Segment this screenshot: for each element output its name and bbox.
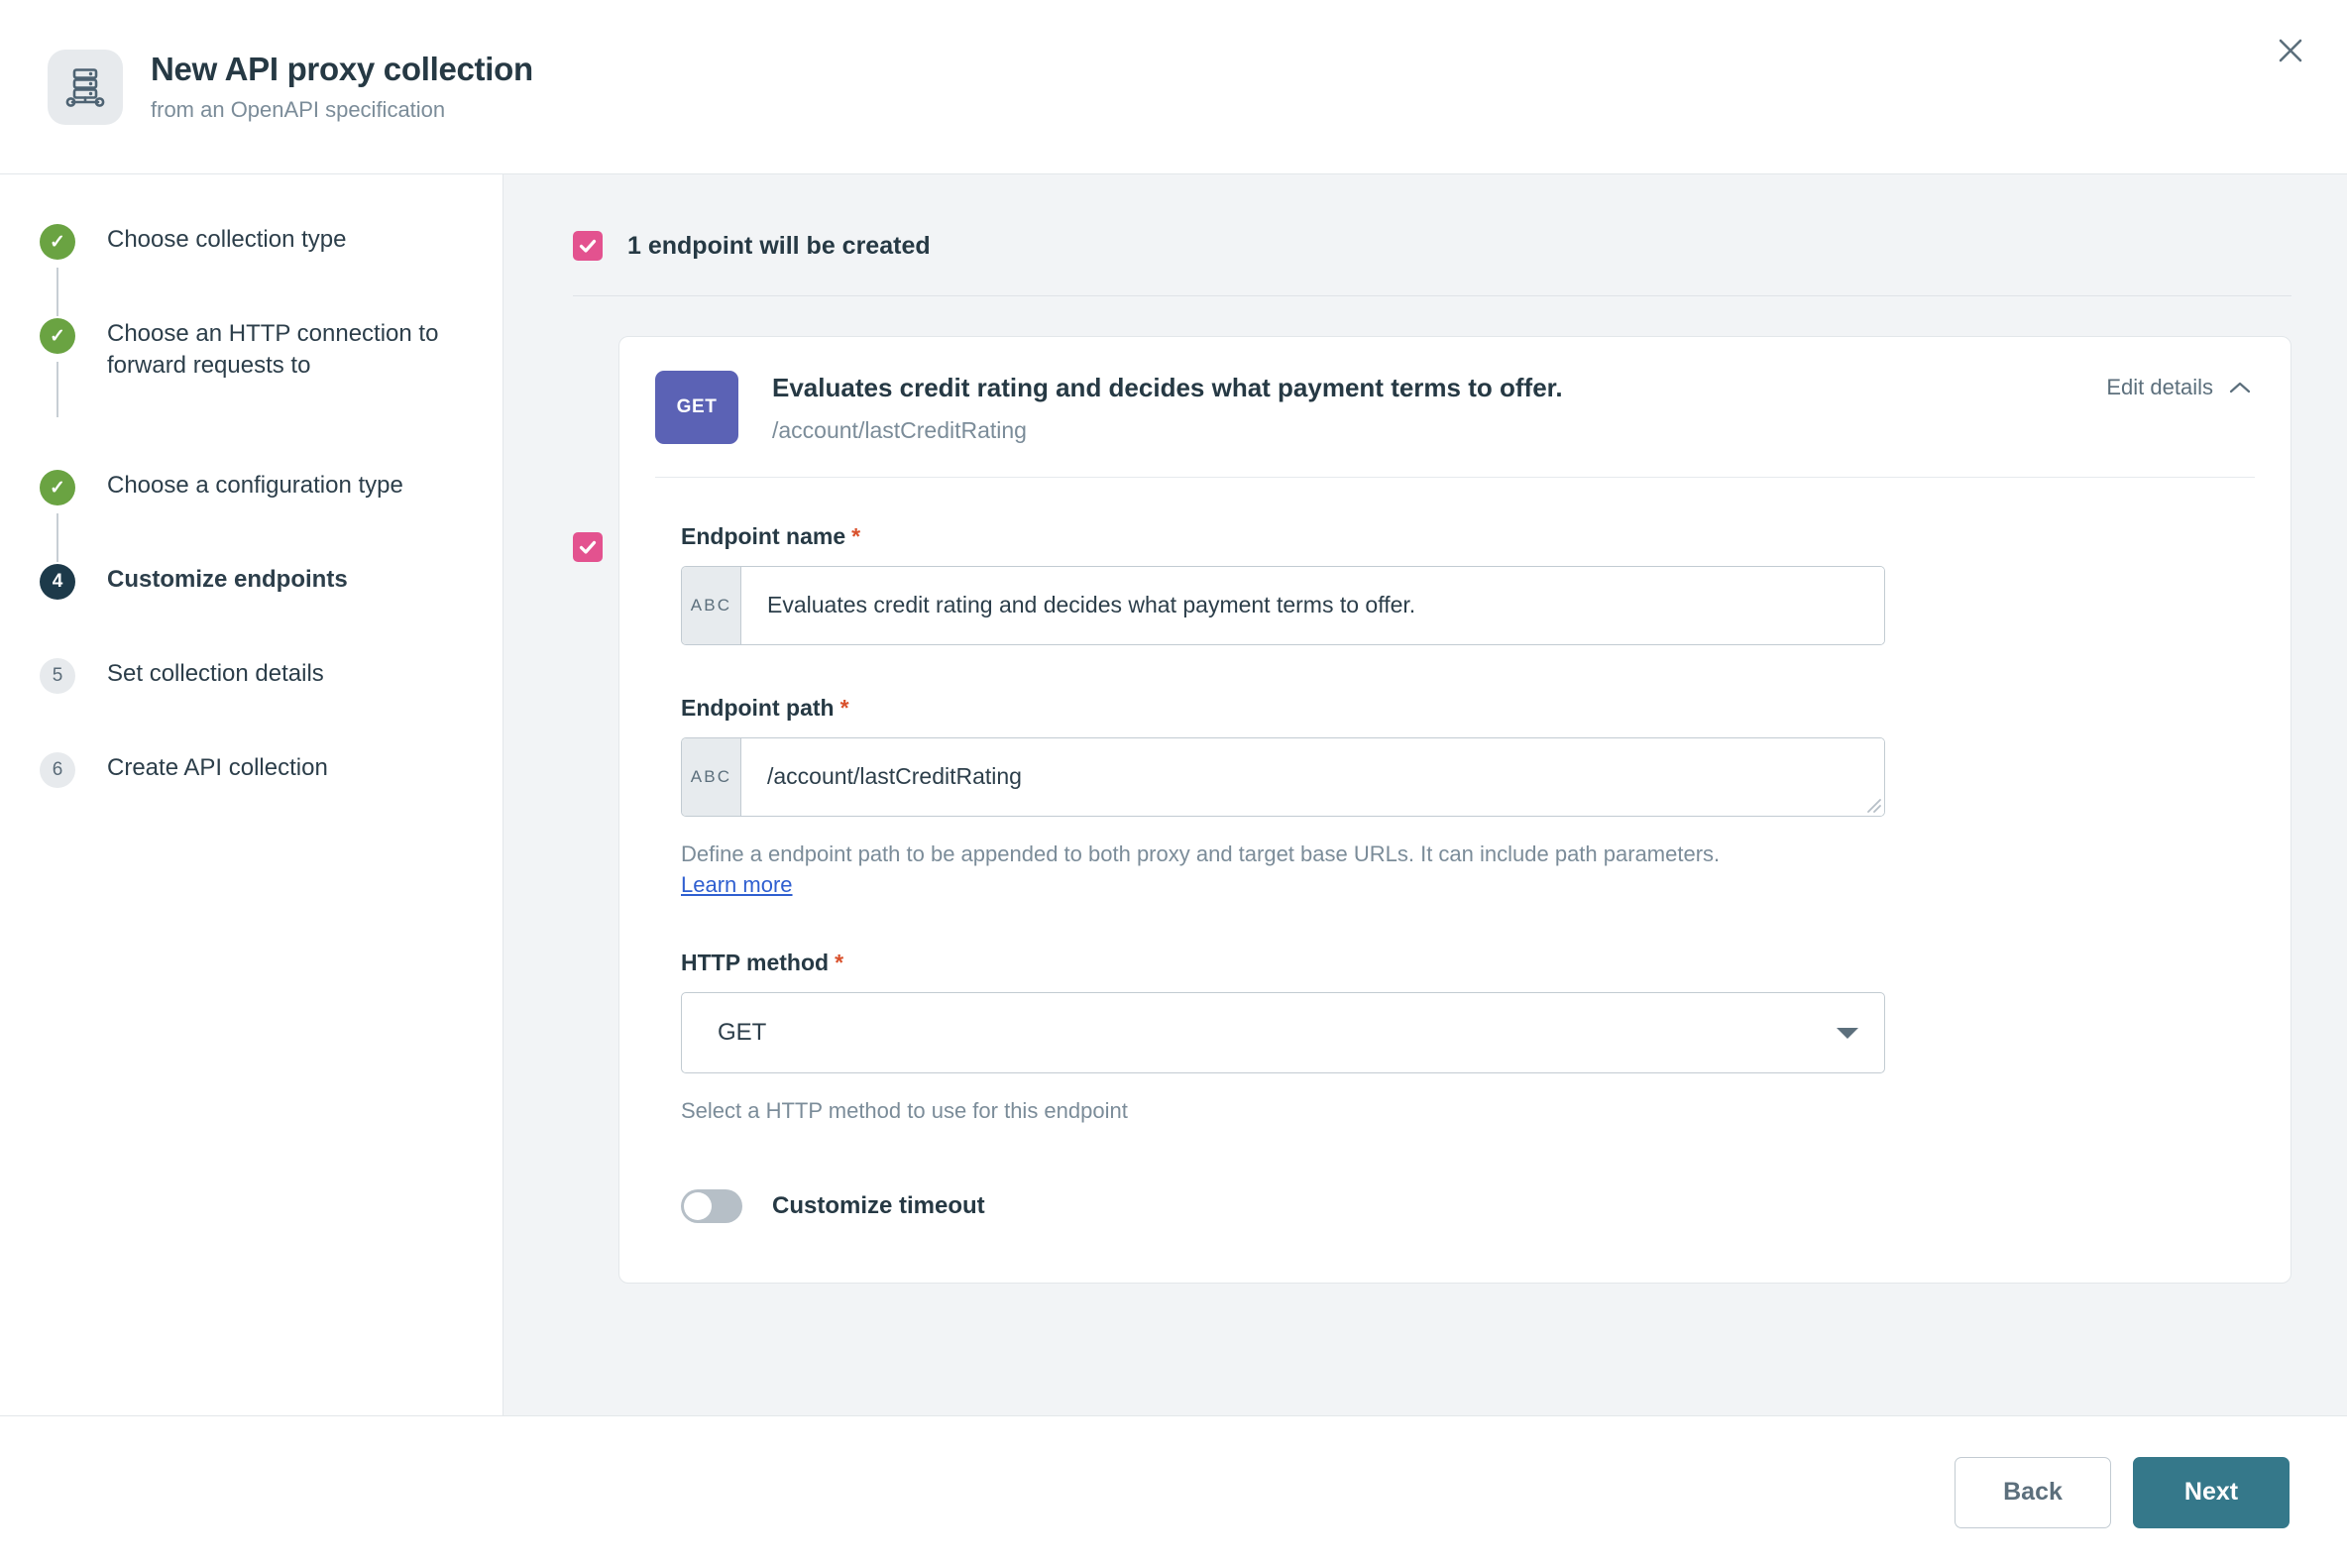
endpoint-path-input-group: ABC bbox=[681, 737, 1885, 817]
required-marker: * bbox=[840, 695, 849, 721]
endpoint-card-header: GET Evaluates credit rating and decides … bbox=[619, 337, 2291, 445]
endpoint-path-field: Endpoint path* ABC bbox=[681, 695, 2251, 900]
endpoint-row: GET Evaluates credit rating and decides … bbox=[559, 336, 2291, 1284]
customize-timeout-toggle[interactable] bbox=[681, 1189, 742, 1223]
required-marker: * bbox=[851, 523, 860, 549]
edit-details-label: Edit details bbox=[2106, 375, 2213, 400]
endpoint-title: Evaluates credit rating and decides what… bbox=[772, 373, 2106, 403]
endpoint-path-input[interactable] bbox=[741, 738, 1884, 816]
step-marker: ✓ bbox=[40, 318, 75, 354]
page-title: New API proxy collection bbox=[151, 51, 533, 88]
endpoint-path-label: Endpoint path* bbox=[681, 695, 2251, 722]
close-icon[interactable] bbox=[2260, 20, 2321, 81]
back-button[interactable]: Back bbox=[1955, 1457, 2111, 1528]
http-method-selected-value: GET bbox=[718, 1019, 1837, 1047]
dialog-body: ✓ Choose collection type ✓ Choose an HTT… bbox=[0, 174, 2347, 1415]
edit-details-toggle[interactable]: Edit details bbox=[2106, 371, 2251, 400]
summary-divider bbox=[573, 295, 2291, 296]
sidebar-step-customize-endpoints[interactable]: 4 Customize endpoints bbox=[40, 562, 503, 656]
spacer bbox=[681, 900, 2251, 950]
endpoint-card: GET Evaluates credit rating and decides … bbox=[618, 336, 2291, 1284]
step-marker: 5 bbox=[40, 658, 75, 694]
chevron-down-icon bbox=[1837, 1028, 1858, 1039]
dialog-header: New API proxy collection from an OpenAPI… bbox=[0, 0, 2347, 174]
sidebar-step-choose-http-connection[interactable]: ✓ Choose an HTTP connection to forward r… bbox=[40, 316, 503, 468]
endpoint-name-label-text: Endpoint name bbox=[681, 523, 845, 549]
sidebar-step-choose-collection-type[interactable]: ✓ Choose collection type bbox=[40, 222, 503, 316]
sidebar-step-label: Choose collection type bbox=[107, 222, 346, 256]
abc-prefix-icon: ABC bbox=[682, 738, 741, 816]
step-marker: ✓ bbox=[40, 470, 75, 505]
resize-handle-icon[interactable] bbox=[1861, 793, 1881, 813]
header-text-block: New API proxy collection from an OpenAPI… bbox=[151, 51, 533, 122]
toggle-knob bbox=[684, 1192, 712, 1220]
step-connector bbox=[56, 268, 58, 316]
http-method-help-text: Select a HTTP method to use for this end… bbox=[681, 1095, 1781, 1126]
endpoint-select-checkbox[interactable] bbox=[573, 532, 603, 562]
main-content: 1 endpoint will be created GET Evaluates… bbox=[503, 174, 2347, 1415]
required-marker: * bbox=[835, 950, 843, 975]
page-subtitle: from an OpenAPI specification bbox=[151, 97, 533, 122]
endpoint-checkbox-wrapper bbox=[559, 336, 618, 562]
sidebar-step-label: Set collection details bbox=[107, 656, 324, 690]
endpoint-name-label: Endpoint name* bbox=[681, 523, 2251, 550]
server-rack-icon bbox=[48, 50, 123, 125]
wizard-stepper-sidebar: ✓ Choose collection type ✓ Choose an HTT… bbox=[0, 174, 503, 1415]
sidebar-step-create-api-collection[interactable]: 6 Create API collection bbox=[40, 750, 503, 788]
http-method-field: HTTP method* GET Select a HTTP method to… bbox=[681, 950, 2251, 1126]
sidebar-step-set-collection-details[interactable]: 5 Set collection details bbox=[40, 656, 503, 750]
endpoints-summary-label: 1 endpoint will be created bbox=[627, 232, 931, 261]
step-connector bbox=[56, 362, 58, 417]
step-marker: 4 bbox=[40, 564, 75, 600]
sidebar-step-label: Choose an HTTP connection to forward req… bbox=[107, 316, 464, 381]
http-method-select[interactable]: GET bbox=[681, 992, 1885, 1073]
endpoint-path-help-body: Define a endpoint path to be appended to… bbox=[681, 841, 1720, 866]
endpoint-path-help-text: Define a endpoint path to be appended to… bbox=[681, 839, 1781, 900]
spacer bbox=[681, 645, 2251, 695]
sidebar-step-label: Customize endpoints bbox=[107, 562, 348, 596]
endpoint-path-label-text: Endpoint path bbox=[681, 695, 835, 721]
endpoints-summary-row: 1 endpoint will be created bbox=[559, 226, 2291, 266]
select-all-endpoints-checkbox[interactable] bbox=[573, 231, 603, 261]
next-button[interactable]: Next bbox=[2133, 1457, 2290, 1528]
sidebar-step-choose-configuration-type[interactable]: ✓ Choose a configuration type bbox=[40, 468, 503, 562]
step-connector bbox=[56, 513, 58, 562]
endpoint-path-text: /account/lastCreditRating bbox=[772, 417, 2106, 445]
abc-prefix-icon: ABC bbox=[682, 567, 741, 644]
step-marker: ✓ bbox=[40, 224, 75, 260]
http-method-label: HTTP method* bbox=[681, 950, 2251, 976]
customize-timeout-row: Customize timeout bbox=[681, 1189, 2251, 1223]
endpoint-name-input[interactable] bbox=[741, 567, 1884, 644]
http-method-badge: GET bbox=[655, 371, 738, 444]
dialog-footer: Back Next bbox=[0, 1415, 2347, 1568]
endpoint-name-input-group: ABC bbox=[681, 566, 1885, 645]
endpoint-name-field: Endpoint name* ABC bbox=[681, 523, 2251, 645]
step-marker: 6 bbox=[40, 752, 75, 788]
learn-more-link[interactable]: Learn more bbox=[681, 872, 793, 897]
http-method-label-text: HTTP method bbox=[681, 950, 829, 975]
sidebar-step-label: Choose a configuration type bbox=[107, 468, 403, 502]
endpoint-header-text: Evaluates credit rating and decides what… bbox=[772, 371, 2106, 445]
customize-timeout-label: Customize timeout bbox=[772, 1192, 985, 1220]
endpoint-form: Endpoint name* ABC Endpoint path* bbox=[619, 478, 2291, 1284]
chevron-up-icon bbox=[2229, 375, 2251, 400]
sidebar-step-label: Create API collection bbox=[107, 750, 328, 784]
new-api-proxy-collection-dialog: New API proxy collection from an OpenAPI… bbox=[0, 0, 2347, 1568]
